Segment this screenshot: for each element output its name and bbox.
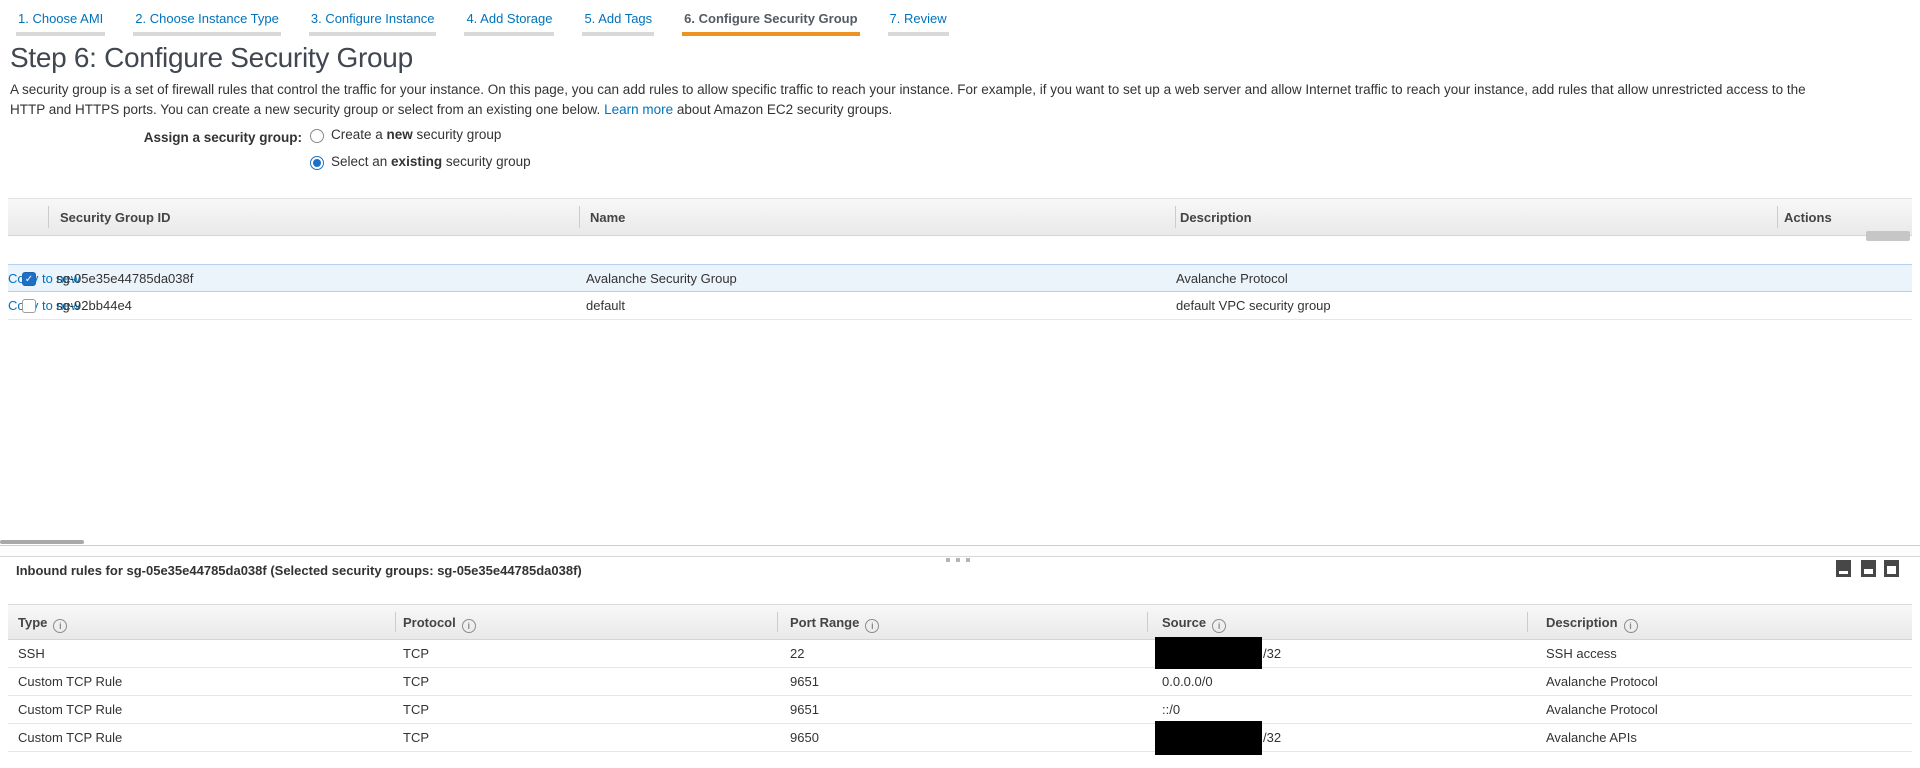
column-separator bbox=[1777, 206, 1778, 228]
rule-protocol: TCP bbox=[403, 724, 429, 751]
radio-create-new-security-group[interactable] bbox=[310, 129, 324, 143]
security-group-table-header: Security Group ID Name Description Actio… bbox=[8, 198, 1912, 236]
column-header-description[interactable]: Description bbox=[1180, 210, 1252, 225]
horizontal-scrollbar-thumb[interactable] bbox=[0, 540, 84, 544]
column-separator bbox=[1527, 612, 1528, 632]
rule-type: SSH bbox=[18, 640, 45, 667]
rule-type: Custom TCP Rule bbox=[18, 696, 122, 723]
wizard-step-tabs: 1. Choose AMI 2. Choose Instance Type 3. C… bbox=[16, 0, 977, 36]
security-group-description: default VPC security group bbox=[1176, 292, 1331, 319]
rule-description: SSH access bbox=[1546, 640, 1617, 667]
inbound-rule-row: SSH TCP 22 /32 SSH access bbox=[8, 640, 1912, 668]
tab-add-tags[interactable]: 5. Add Tags bbox=[582, 0, 654, 36]
column-header-actions: Actions bbox=[1784, 210, 1832, 225]
tab-add-storage[interactable]: 4. Add Storage bbox=[464, 0, 554, 36]
pane-medium-icon[interactable] bbox=[1861, 560, 1876, 577]
description-line2: HTTP and HTTPS ports. You can create a n… bbox=[10, 102, 604, 117]
column-header-description: Description bbox=[1546, 615, 1638, 633]
pane-resize-handle[interactable] bbox=[0, 545, 1920, 557]
security-group-id: sg-92bb44e4 bbox=[56, 292, 132, 319]
column-header-type: Type bbox=[18, 615, 67, 633]
column-separator bbox=[395, 612, 396, 632]
rule-protocol: TCP bbox=[403, 696, 429, 723]
rule-port-range: 22 bbox=[790, 640, 804, 667]
redaction-box bbox=[1155, 721, 1262, 755]
info-icon[interactable] bbox=[1212, 619, 1226, 633]
redaction-box bbox=[1155, 637, 1262, 669]
rule-source-suffix: /32 bbox=[1263, 640, 1281, 667]
column-separator bbox=[777, 612, 778, 632]
ec2-launch-wizard-page: 1. Choose AMI 2. Choose Instance Type 3. C… bbox=[0, 0, 1920, 768]
security-group-name: default bbox=[586, 292, 625, 319]
security-group-description: Avalanche Protocol bbox=[1176, 265, 1288, 292]
radio-select-existing-label: Select an existing security group bbox=[331, 154, 531, 169]
column-header-source: Source bbox=[1162, 615, 1226, 633]
rule-description: Avalanche APIs bbox=[1546, 724, 1637, 751]
security-group-id: sg-05e35e44785da038f bbox=[56, 265, 193, 292]
column-separator bbox=[1147, 612, 1148, 632]
info-icon[interactable] bbox=[865, 619, 879, 633]
description-line1: A security group is a set of firewall ru… bbox=[10, 82, 1806, 97]
row-checkbox-checked[interactable] bbox=[22, 272, 36, 286]
inbound-rule-row: Custom TCP Rule TCP 9651 ::/0 Avalanche … bbox=[8, 696, 1912, 724]
column-separator bbox=[579, 206, 580, 228]
page-title: Step 6: Configure Security Group bbox=[10, 42, 413, 74]
security-group-row[interactable]: sg-05e35e44785da038f Avalanche Security … bbox=[8, 264, 1912, 292]
pane-small-icon[interactable] bbox=[1836, 560, 1851, 577]
rule-type: Custom TCP Rule bbox=[18, 668, 122, 695]
drag-dots-icon bbox=[946, 549, 976, 567]
rule-port-range: 9651 bbox=[790, 668, 819, 695]
rule-protocol: TCP bbox=[403, 668, 429, 695]
column-header-name[interactable]: Name bbox=[590, 210, 625, 225]
learn-more-link[interactable]: Learn more bbox=[604, 102, 673, 117]
rule-description: Avalanche Protocol bbox=[1546, 668, 1658, 695]
info-icon[interactable] bbox=[53, 619, 67, 633]
security-group-name: Avalanche Security Group bbox=[586, 265, 737, 292]
assign-security-group-label: Assign a security group: bbox=[110, 130, 302, 145]
rule-source: 0.0.0.0/0 bbox=[1162, 668, 1213, 695]
rule-protocol: TCP bbox=[403, 640, 429, 667]
tab-choose-ami[interactable]: 1. Choose AMI bbox=[16, 0, 105, 36]
column-header-protocol: Protocol bbox=[403, 615, 476, 633]
inbound-rules-table-header: Type Protocol Port Range Source Descript… bbox=[8, 604, 1912, 640]
radio-select-existing-security-group[interactable] bbox=[310, 156, 324, 170]
security-group-row[interactable]: sg-92bb44e4 default default VPC security… bbox=[8, 292, 1912, 320]
pane-large-icon[interactable] bbox=[1884, 560, 1899, 577]
column-header-port-range: Port Range bbox=[790, 615, 879, 633]
tab-configure-security-group[interactable]: 6. Configure Security Group bbox=[682, 0, 859, 36]
inbound-rule-row: Custom TCP Rule TCP 9650 /32 Avalanche A… bbox=[8, 724, 1912, 752]
column-header-security-group-id[interactable]: Security Group ID bbox=[60, 210, 171, 225]
radio-row-select-existing: Select an existing security group bbox=[310, 154, 531, 172]
scrollbar-thumb[interactable] bbox=[1866, 231, 1910, 241]
radio-row-create-new: Create a new security group bbox=[310, 127, 501, 145]
rule-type: Custom TCP Rule bbox=[18, 724, 122, 751]
column-separator bbox=[1175, 206, 1176, 228]
rule-source-suffix: /32 bbox=[1263, 724, 1281, 751]
tab-configure-instance[interactable]: 3. Configure Instance bbox=[309, 0, 437, 36]
page-description: A security group is a set of firewall ru… bbox=[10, 80, 1912, 120]
inbound-rule-row: Custom TCP Rule TCP 9651 0.0.0.0/0 Avala… bbox=[8, 668, 1912, 696]
rule-source: ::/0 bbox=[1162, 696, 1180, 723]
tab-choose-instance-type[interactable]: 2. Choose Instance Type bbox=[133, 0, 281, 36]
description-line2-end: about Amazon EC2 security groups. bbox=[673, 102, 892, 117]
inbound-rules-title: Inbound rules for sg-05e35e44785da038f (… bbox=[16, 563, 582, 578]
rule-port-range: 9650 bbox=[790, 724, 819, 751]
rule-description: Avalanche Protocol bbox=[1546, 696, 1658, 723]
column-separator bbox=[48, 206, 49, 228]
rule-port-range: 9651 bbox=[790, 696, 819, 723]
info-icon[interactable] bbox=[462, 619, 476, 633]
radio-create-new-label: Create a new security group bbox=[331, 127, 501, 142]
tab-review[interactable]: 7. Review bbox=[888, 0, 949, 36]
row-checkbox-unchecked[interactable] bbox=[22, 299, 36, 313]
info-icon[interactable] bbox=[1624, 619, 1638, 633]
